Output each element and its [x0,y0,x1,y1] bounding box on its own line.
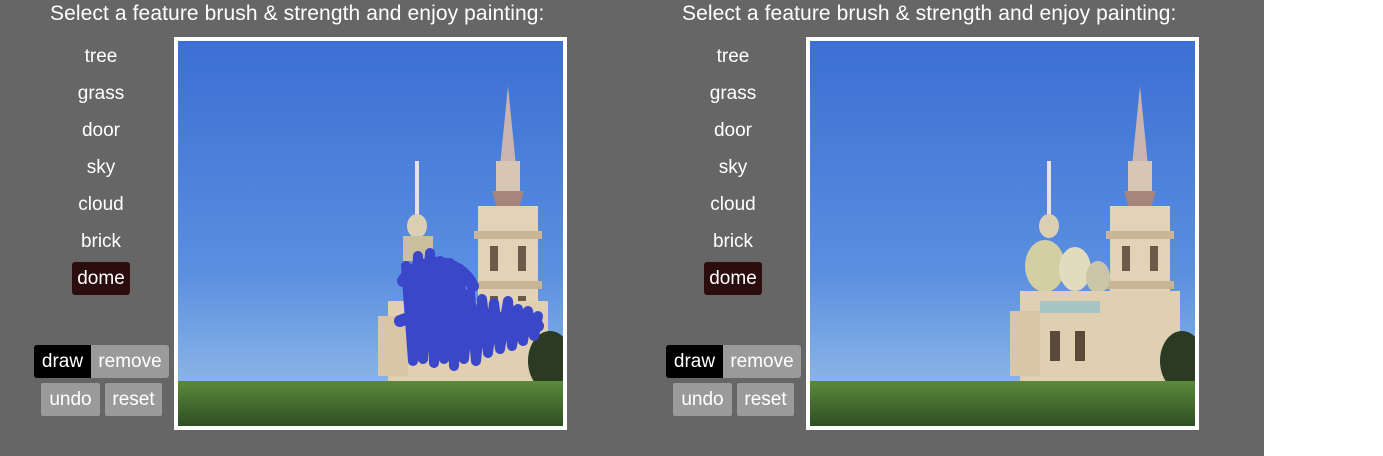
brush-door[interactable]: door [709,114,757,147]
draw-button[interactable]: draw [34,345,91,378]
panel-title: Select a feature brush & strength and en… [682,2,1177,25]
brush-grass[interactable]: grass [705,77,761,110]
action-buttons: undo reset [673,383,794,416]
brush-sky[interactable]: sky [714,151,753,184]
input-panel: Select a feature brush & strength and en… [0,0,620,456]
brush-sky[interactable]: sky [82,151,121,184]
undo-button[interactable]: undo [41,383,100,416]
draw-button[interactable]: draw [666,345,723,378]
painting-canvas[interactable] [806,37,1199,430]
generated-church-image [810,41,1195,426]
mode-toggle: draw remove [34,345,169,378]
remove-button[interactable]: remove [91,345,169,378]
action-buttons: undo reset [41,383,162,416]
brush-cloud[interactable]: cloud [705,188,760,221]
undo-button[interactable]: undo [673,383,732,416]
brush-brick[interactable]: brick [708,225,758,258]
output-panel: Select a feature brush & strength and en… [632,0,1252,456]
brush-door[interactable]: door [77,114,125,147]
reset-button[interactable]: reset [105,383,162,416]
reset-button[interactable]: reset [737,383,794,416]
brush-cloud[interactable]: cloud [73,188,128,221]
painting-canvas[interactable] [174,37,567,430]
brush-brick[interactable]: brick [76,225,126,258]
brush-list: tree grass door sky cloud brick dome [70,40,132,299]
mode-toggle: draw remove [666,345,801,378]
church-image [178,41,563,426]
brush-dome[interactable]: dome [72,262,130,295]
brush-tree[interactable]: tree [712,40,755,73]
brush-dome[interactable]: dome [704,262,762,295]
panel-title: Select a feature brush & strength and en… [50,2,545,25]
brush-grass[interactable]: grass [73,77,129,110]
app-background: Select a feature brush & strength and en… [0,0,1264,456]
brush-list: tree grass door sky cloud brick dome [702,40,764,299]
brush-tree[interactable]: tree [80,40,123,73]
remove-button[interactable]: remove [723,345,801,378]
